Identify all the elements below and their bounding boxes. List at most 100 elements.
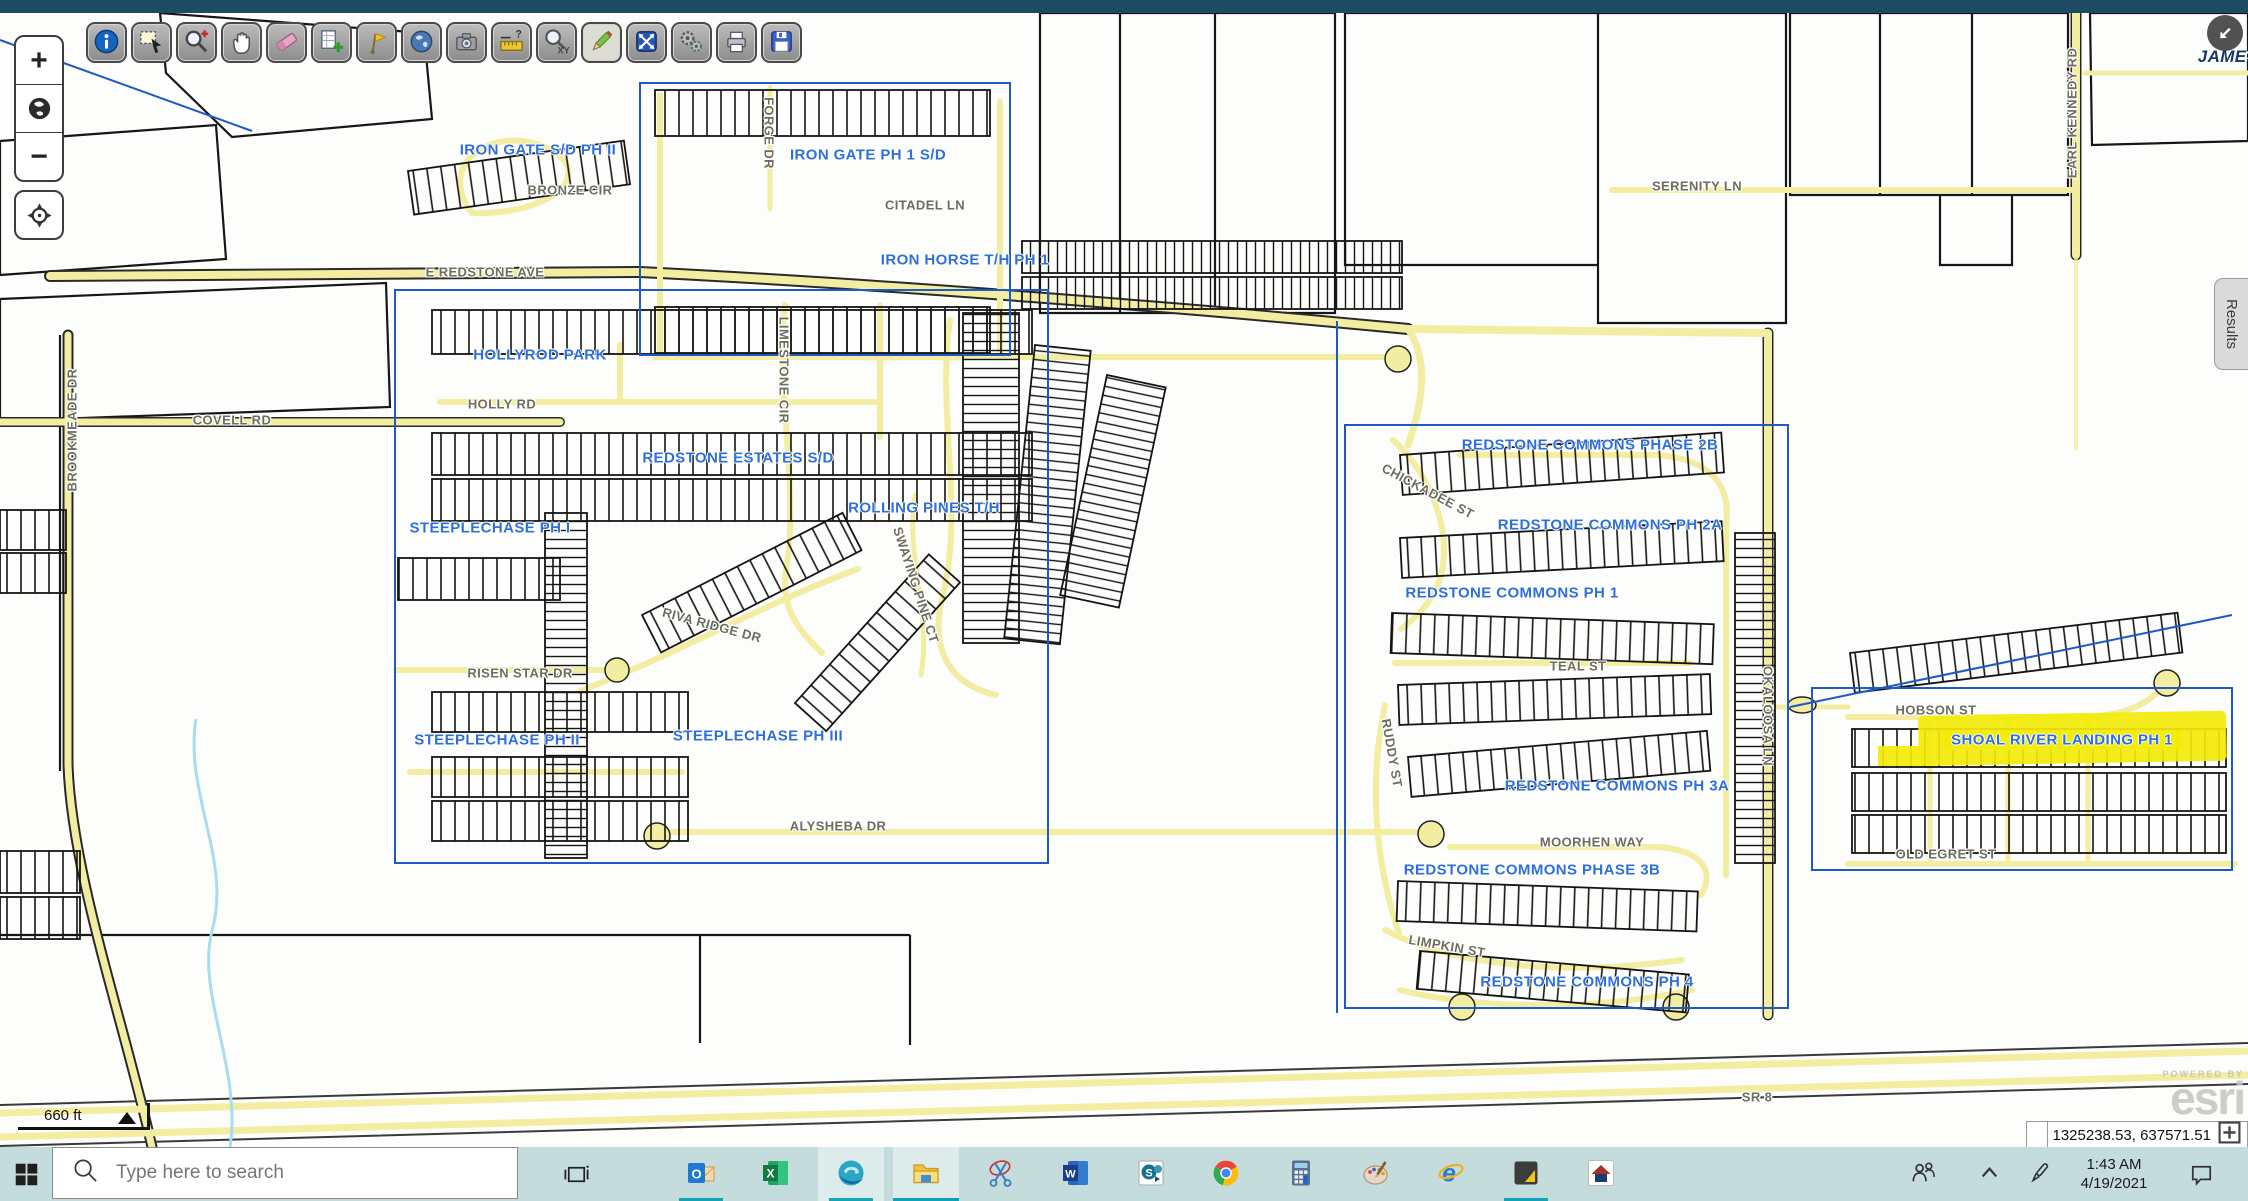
map-label-old-egret-st: OLD EGRET ST [1896, 847, 1997, 862]
flag-marker-icon [362, 27, 391, 59]
eraser-icon [272, 27, 301, 59]
map-label-sr-8: SR 8 [1742, 1090, 1773, 1105]
esri-watermark: POWERED BY esri [2162, 1069, 2244, 1117]
map-label-serenity-ln: SERENITY LN [1652, 179, 1742, 194]
taskbar-app-word[interactable]: W [1043, 1147, 1109, 1201]
tray-people-button[interactable] [1900, 1147, 1946, 1201]
map-label-redstone-commons-phase-3b: REDSTONE COMMONS PHASE 3B [1404, 862, 1660, 879]
taskbar-app-paint[interactable] [1343, 1147, 1409, 1201]
map-label-brookmeade-dr: BROOKMEADE DR [65, 369, 80, 492]
map-label-redstone-commons-phase-2b: REDSTONE COMMONS PHASE 2B [1462, 437, 1718, 454]
clock-date: 4/19/2021 [2081, 1174, 2148, 1193]
zoom-out-button[interactable]: − [16, 133, 62, 180]
zoom-in-tool-tool-button[interactable] [176, 22, 217, 63]
zoom-in-icon [182, 27, 211, 59]
map-toolbar: ? XY [86, 22, 802, 63]
taskbar-app-excel[interactable]: X [743, 1147, 809, 1201]
tools-tool-button[interactable] [671, 22, 712, 63]
svg-text:X: X [766, 1166, 774, 1180]
chevron-up-icon [1975, 1158, 2004, 1190]
zoom-control: + − [14, 35, 64, 182]
select-icon [137, 27, 166, 59]
stream-line [194, 719, 232, 1147]
taskbar-clock[interactable]: 1:43 AM 4/19/2021 [2062, 1147, 2166, 1201]
word-icon: W [1060, 1157, 1092, 1192]
taskbar-search[interactable] [52, 1147, 518, 1199]
map-label-redstone-commons-ph-4: REDSTONE COMMONS PH 4 [1480, 974, 1693, 991]
earth-globe-icon [407, 27, 436, 59]
gears-icon [677, 27, 706, 59]
action-center-button[interactable] [2178, 1147, 2224, 1201]
map-label-iron-gate-ph-1-s-d: IRON GATE PH 1 S/D [790, 147, 946, 164]
gis-app-icon [1510, 1157, 1542, 1192]
start-button[interactable] [0, 1147, 52, 1201]
scale-bar-tick [147, 1103, 150, 1130]
zoom-in-button[interactable]: + [16, 37, 62, 85]
map-label-forge-dr: FORGE DR [762, 97, 777, 169]
map-label-steeplechase-ph-ii: STEEPLECHASE PH II [414, 732, 580, 749]
map-label-redstone-commons-ph-1: REDSTONE COMMONS PH 1 [1405, 585, 1618, 602]
taskbar-app-file-explorer[interactable] [893, 1147, 959, 1201]
taskbar-app-edge[interactable] [818, 1147, 884, 1201]
map-label-covell-rd: COVELL RD [193, 413, 271, 428]
taskbar-app-snipping-tool[interactable] [968, 1147, 1034, 1201]
identify-tool-button[interactable] [86, 22, 127, 63]
pan-hand-icon [227, 27, 256, 59]
search-input[interactable] [114, 1161, 448, 1185]
chrome-icon [1210, 1157, 1242, 1192]
collapse-panel-button[interactable] [2207, 15, 2243, 51]
parcel-map-canvas[interactable] [0, 13, 2248, 1147]
taskbar-app-chrome[interactable] [1193, 1147, 1259, 1201]
place-marker-tool-button[interactable] [356, 22, 397, 63]
svg-text:S: S [1145, 1167, 1152, 1179]
pencil-icon [587, 27, 616, 59]
coordinate-value: 1325238.53, 637571.51 [2053, 1127, 2212, 1144]
pen-icon [2025, 1158, 2054, 1190]
scale-bar: 660 ft [18, 1098, 150, 1130]
map-label-redstone-estates-s-d: REDSTONE ESTATES S/D [642, 450, 833, 467]
lot-blocks [0, 90, 2226, 1012]
print-tool-button[interactable] [716, 22, 757, 63]
zoom-xy-icon: XY [542, 27, 571, 59]
screenshot-tool-button[interactable] [446, 22, 487, 63]
erase-tool-tool-button[interactable] [266, 22, 307, 63]
pan-tool-tool-button[interactable] [221, 22, 262, 63]
edge-icon [835, 1157, 867, 1192]
results-tab-label: Results [2223, 299, 2240, 349]
full-extent-tool-button[interactable] [626, 22, 667, 63]
coordinate-readout: 1325238.53, 637571.51 [2047, 1121, 2248, 1147]
task-view-button[interactable] [544, 1147, 608, 1201]
svg-text:?: ? [515, 28, 522, 40]
draw-tool-button[interactable] [581, 22, 622, 63]
taskbar-app-calculator[interactable] [1268, 1147, 1334, 1201]
globe-home-button[interactable] [16, 85, 62, 133]
zoom-to-xy-tool-button[interactable]: XY [536, 22, 577, 63]
taskbar-app-outlook[interactable]: O [668, 1147, 734, 1201]
select-features-tool-button[interactable] [131, 22, 172, 63]
measure-tool-button[interactable]: ? [491, 22, 532, 63]
snipping-tool-icon [985, 1157, 1017, 1192]
paint-icon [1360, 1157, 1392, 1192]
google-earth-tool-button[interactable] [401, 22, 442, 63]
tray-chevron-up-button[interactable] [1966, 1147, 2012, 1201]
map-label-iron-horse-t-h-ph-1: IRON HORSE T/H PH 1 [881, 252, 1049, 269]
outlook-icon: O [685, 1157, 717, 1192]
esri-logo-text: esri [2162, 1079, 2244, 1117]
taskbar-app-sharepoint[interactable]: S [1118, 1147, 1184, 1201]
taskbar-app-property-app[interactable] [1568, 1147, 1634, 1201]
add-graphic-icon [317, 27, 346, 59]
map-label-earl-kennedy-rd: EARL KENNEDY RD [2065, 48, 2080, 178]
gis-map-viewport[interactable]: IRON GATE S/D PH IIIRON GATE PH 1 S/DIRO… [0, 13, 2248, 1147]
save-tool-button[interactable] [761, 22, 802, 63]
taskbar-app-gis-app[interactable] [1493, 1147, 1559, 1201]
windows-taskbar: O X W Se 1:43 AM 4/19/2021 [0, 1147, 2248, 1201]
map-label-rolling-pines-t-h: ROLLING PINES T/H [848, 500, 1000, 517]
results-tab[interactable]: Results [2214, 278, 2248, 370]
sharepoint-icon: S [1135, 1157, 1167, 1192]
box-plus-icon[interactable] [2215, 1118, 2244, 1147]
window-title-bar [0, 0, 2248, 13]
tray-pen-button[interactable] [2016, 1147, 2062, 1201]
taskbar-app-internet-explorer[interactable]: e [1418, 1147, 1484, 1201]
add-graphic-tool-button[interactable] [311, 22, 352, 63]
locate-button[interactable] [14, 190, 64, 240]
